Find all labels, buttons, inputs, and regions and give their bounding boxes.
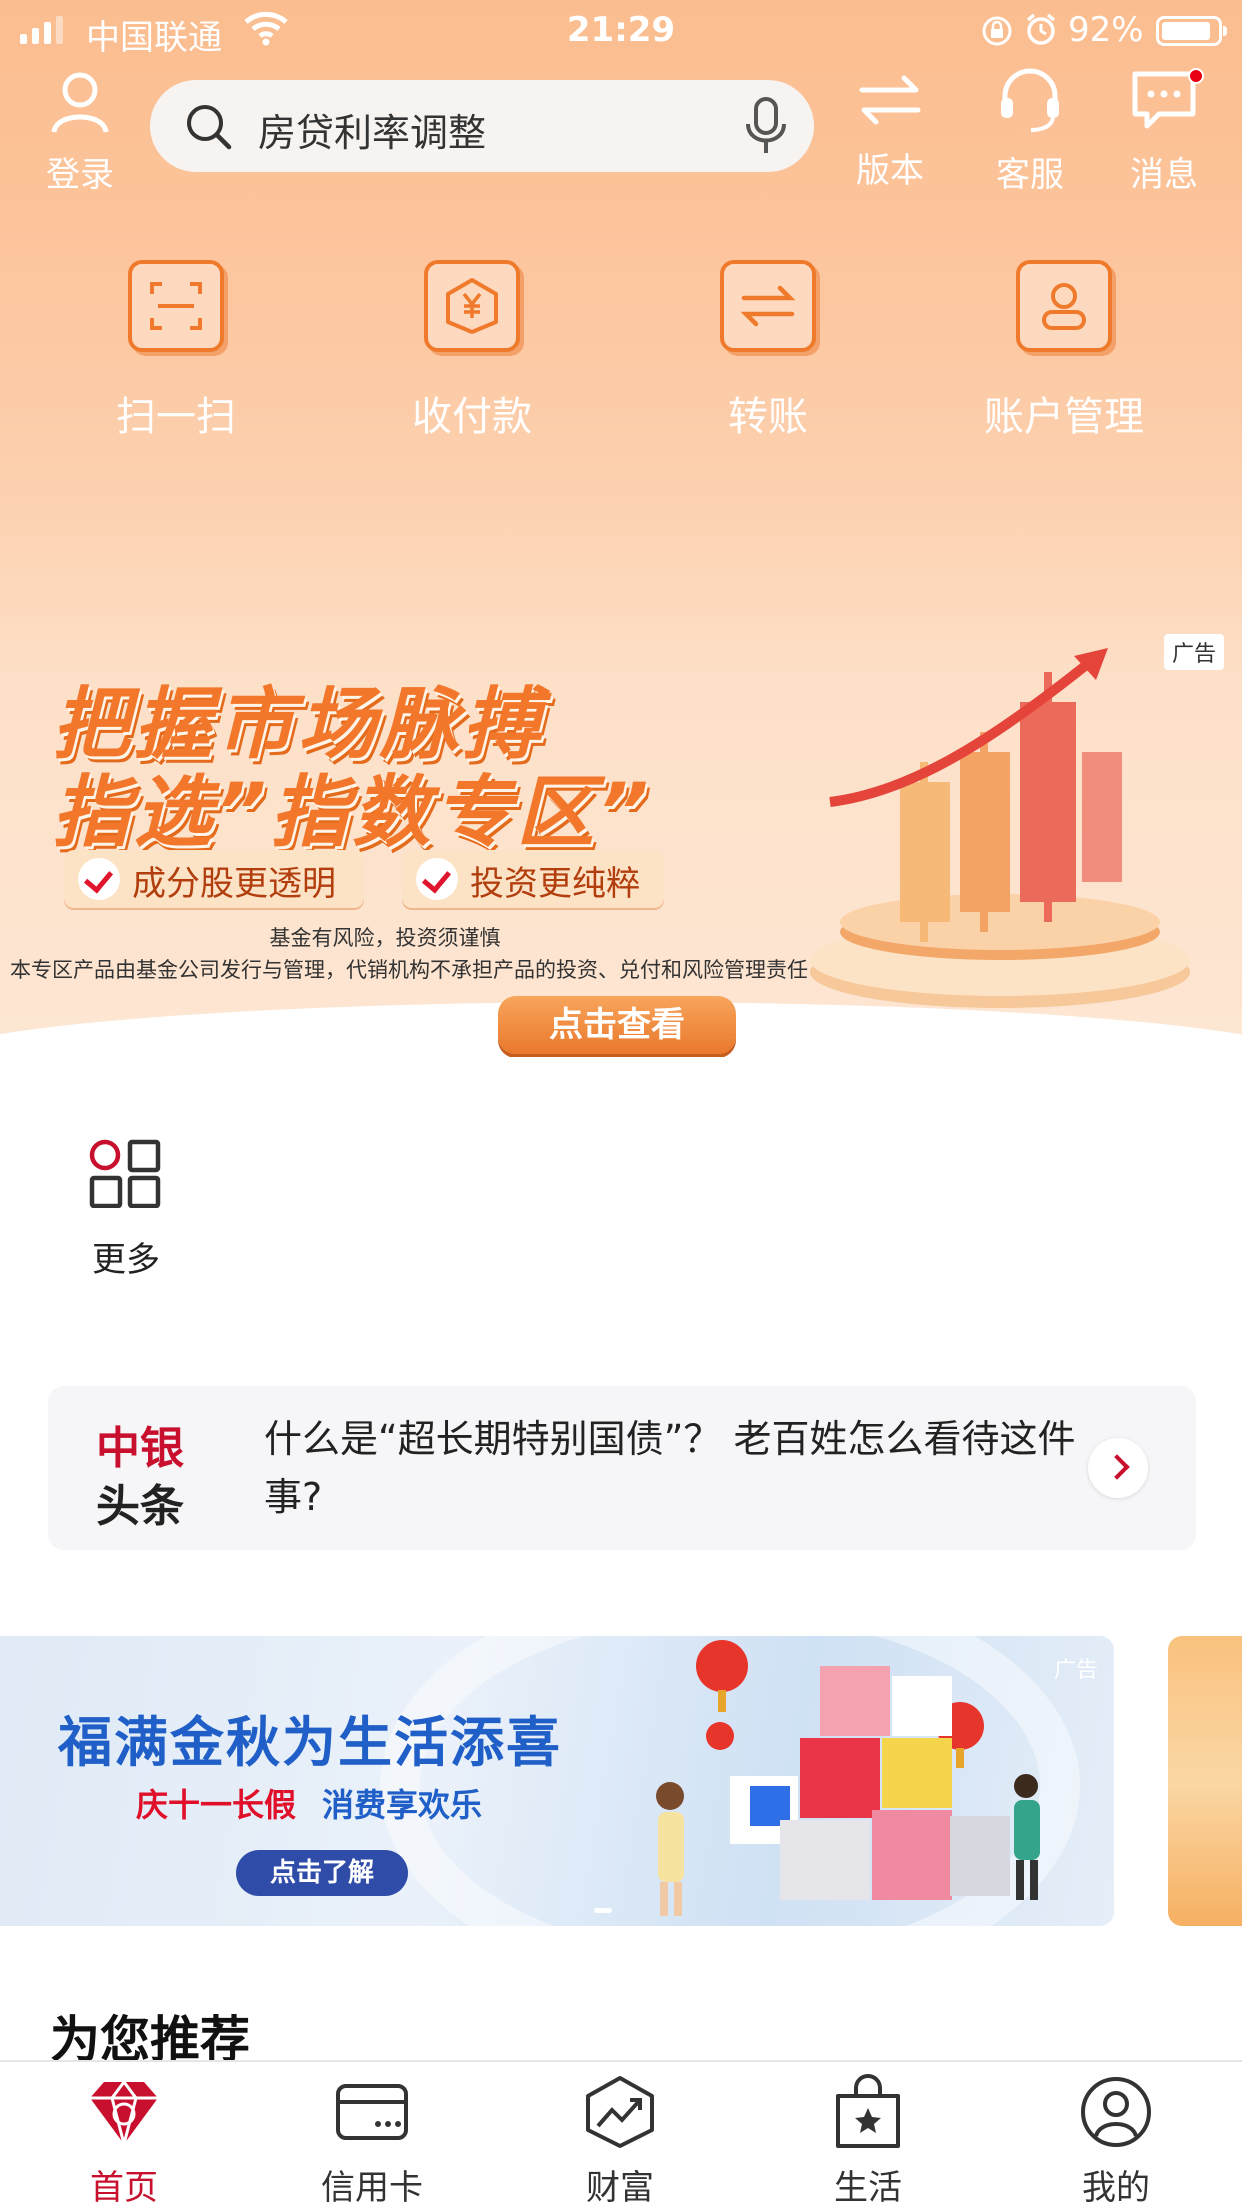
quick-action-scan[interactable]: 扫一扫 bbox=[56, 260, 296, 442]
quick-action-account[interactable]: 账户管理 bbox=[944, 260, 1184, 442]
next-banner-peek[interactable] bbox=[1168, 1636, 1242, 1926]
status-bar: 中国联通 21:29 92% bbox=[0, 0, 1242, 62]
chevron-right-icon[interactable] bbox=[1088, 1438, 1148, 1498]
headset-icon bbox=[1001, 68, 1059, 132]
grid-more-icon bbox=[89, 1139, 161, 1209]
credit-card-icon bbox=[332, 2074, 412, 2150]
more-label: 更多 bbox=[92, 1240, 160, 1280]
promo-headline-2: 指选”指数专区” bbox=[52, 768, 653, 858]
microphone-icon[interactable] bbox=[744, 96, 788, 160]
quick-actions: 扫一扫 收付款 转账 账户管理 bbox=[0, 260, 1242, 450]
transfer-icon bbox=[720, 260, 816, 352]
search-icon bbox=[184, 102, 234, 156]
news-text: 什么是“超长期特别国债”？ 老百姓怎么看待这件事? bbox=[264, 1417, 1076, 1519]
holiday-promo-banner[interactable]: 福满金秋为生活添喜 庆十一长假 消费享欢乐 点击了解 广告 bbox=[0, 1636, 1114, 1926]
quick-action-label: 转账 bbox=[728, 394, 808, 440]
promo-tag: 成分股更透明 bbox=[64, 850, 364, 908]
unread-badge bbox=[1188, 68, 1204, 84]
promo-tag: 投资更纯粹 bbox=[402, 850, 664, 908]
risk-warning: 基金有风险，投资须谨慎 bbox=[269, 926, 501, 950]
quick-action-label: 账户管理 bbox=[984, 394, 1144, 440]
customer-service-button[interactable]: 客服 bbox=[980, 64, 1080, 196]
gift-boxes-illustration bbox=[630, 1636, 1060, 1926]
check-icon bbox=[416, 858, 458, 900]
tab-label: 信用卡 bbox=[321, 2168, 423, 2208]
battery-icon bbox=[1156, 16, 1227, 46]
tab-label: 生活 bbox=[834, 2168, 902, 2208]
shopping-bag-icon bbox=[828, 2074, 908, 2150]
quick-action-label: 收付款 bbox=[412, 394, 532, 440]
account-icon bbox=[1016, 260, 1112, 352]
headline-news-card[interactable]: 中银 头条 什么是“超长期特别国债”？ 老百姓怎么看待这件事? bbox=[48, 1386, 1196, 1550]
tab-mine[interactable]: 我的 bbox=[992, 2074, 1240, 2208]
quick-action-label: 扫一扫 bbox=[116, 394, 236, 440]
version-switch-button[interactable]: 版本 bbox=[840, 70, 940, 192]
check-icon bbox=[78, 858, 120, 900]
version-label: 版本 bbox=[856, 151, 924, 191]
login-label: 登录 bbox=[46, 155, 114, 195]
scan-icon bbox=[128, 260, 224, 352]
user-profile-icon bbox=[1076, 2074, 1156, 2150]
tab-wealth[interactable]: 财富 bbox=[496, 2074, 744, 2208]
diamond-home-icon bbox=[84, 2074, 164, 2150]
tab-home[interactable]: 首页 bbox=[0, 2074, 248, 2208]
bottom-tab-bar: 首页 信用卡 财富 生活 我的 bbox=[0, 2060, 1242, 2208]
user-icon bbox=[51, 72, 109, 133]
search-placeholder: 房贷利率调整 bbox=[258, 111, 487, 155]
service-label: 客服 bbox=[996, 155, 1064, 195]
tab-credit-card[interactable]: 信用卡 bbox=[248, 2074, 496, 2208]
carousel-indicator bbox=[594, 1908, 612, 1913]
battery-percentage: 92% bbox=[1068, 10, 1144, 50]
ad-label: 广告 bbox=[1053, 1658, 1098, 1683]
alarm-icon bbox=[1024, 12, 1058, 57]
news-brand-line2: 头条 bbox=[96, 1481, 184, 1532]
messages-button[interactable]: 消息 bbox=[1114, 64, 1214, 196]
wealth-chart-icon bbox=[580, 2074, 660, 2150]
news-brand-line1: 中银 bbox=[96, 1423, 184, 1474]
tab-label: 我的 bbox=[1082, 2168, 1150, 2208]
index-zone-banner[interactable]: 广告 把握市场脉搏 指选”指数专区” 成分股更透明 投资更纯粹 基金有风险，投资… bbox=[0, 612, 1242, 1057]
risk-disclaimer: 本专区产品由基金公司发行与管理，代销机构不承担产品的投资、兑付和风险管理责任 bbox=[10, 958, 808, 982]
login-button[interactable]: 登录 bbox=[30, 70, 130, 196]
banner-subtitle-blue: 消费享欢乐 bbox=[322, 1786, 483, 1824]
banner-title: 福满金秋为生活添喜 bbox=[58, 1711, 562, 1774]
message-label: 消息 bbox=[1130, 155, 1198, 195]
yuan-payment-icon bbox=[424, 260, 520, 352]
tab-label: 财富 bbox=[586, 2168, 654, 2208]
quick-action-payment[interactable]: 收付款 bbox=[352, 260, 592, 442]
tab-label: 首页 bbox=[90, 2168, 158, 2208]
tab-life[interactable]: 生活 bbox=[744, 2074, 992, 2208]
more-services-button[interactable]: 更多 bbox=[86, 1138, 166, 1281]
search-input[interactable]: 房贷利率调整 bbox=[150, 80, 814, 172]
rotation-lock-icon bbox=[980, 14, 1014, 57]
view-button[interactable]: 点击查看 bbox=[498, 996, 736, 1054]
candlestick-chart-illustration bbox=[790, 642, 1210, 1026]
switch-arrows-icon bbox=[859, 75, 921, 125]
learn-more-button[interactable]: 点击了解 bbox=[236, 1850, 408, 1896]
banner-subtitle-red: 庆十一长假 bbox=[136, 1786, 297, 1824]
quick-action-transfer[interactable]: 转账 bbox=[648, 260, 888, 442]
